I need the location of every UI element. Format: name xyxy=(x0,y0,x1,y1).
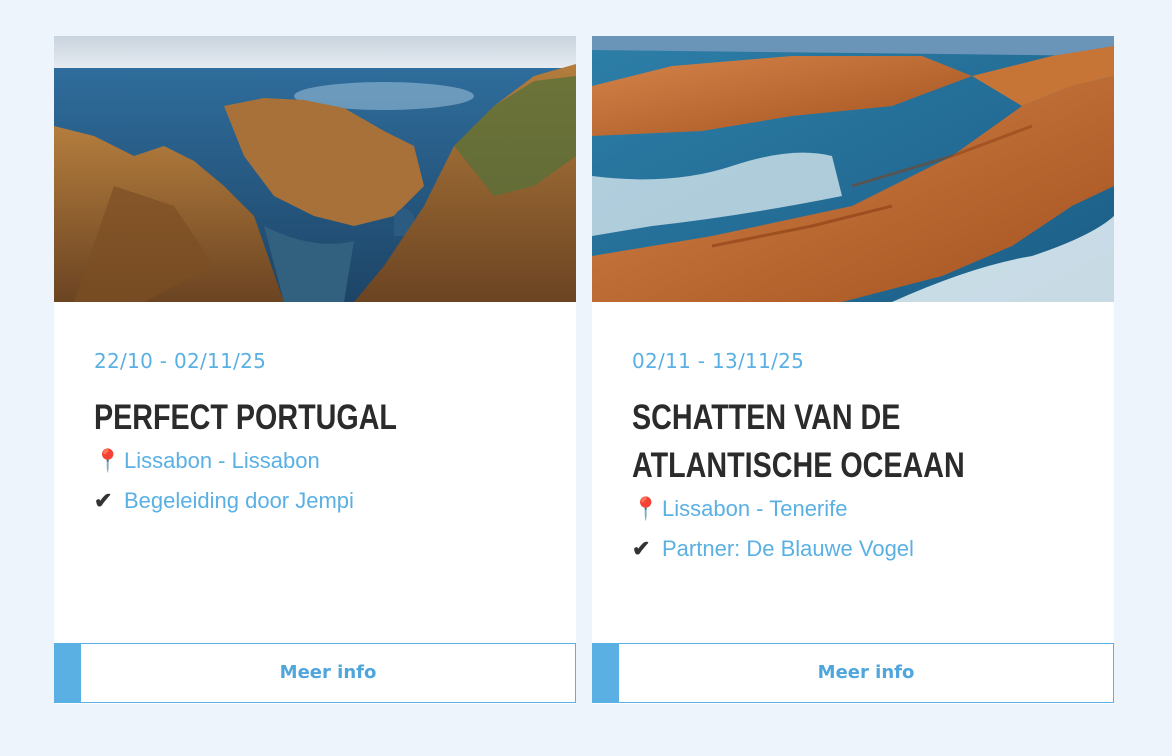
trip-title: PERFECT PORTUGAL xyxy=(94,398,397,437)
trip-photo xyxy=(592,36,1114,302)
trip-guide: ✔ Partner: De Blauwe Vogel xyxy=(632,536,914,562)
meer-info-button[interactable]: Meer info xyxy=(54,642,576,703)
orange-rocks-waves-photo xyxy=(592,36,1114,302)
trip-route: 📍 Lissabon - Lissabon xyxy=(94,448,320,474)
button-accent-bar xyxy=(54,642,81,703)
location-pin-icon: 📍 xyxy=(632,496,660,521)
trip-card: 02/11 - 13/11/25 SCHATTEN VAN DE ATLANTI… xyxy=(592,36,1114,704)
cliffs-arch-sea-photo xyxy=(54,36,576,302)
checkmark-icon: ✔ xyxy=(632,536,651,561)
trip-guide: ✔ Begeleiding door Jempi xyxy=(94,488,354,514)
trip-guide-text: Begeleiding door Jempi xyxy=(124,488,354,513)
meer-info-label: Meer info xyxy=(279,662,377,683)
location-pin-icon: 📍 xyxy=(94,448,122,473)
trip-dates: 02/11 - 13/11/25 xyxy=(632,349,805,373)
trip-route: 📍 Lissabon - Tenerife xyxy=(632,496,848,522)
trip-cards-grid: 22/10 - 02/11/25 PERFECT PORTUGAL 📍 Liss… xyxy=(0,0,1172,756)
trip-route-text: Lissabon - Lissabon xyxy=(124,448,320,473)
trip-photo xyxy=(54,36,576,302)
trip-guide-text: Partner: De Blauwe Vogel xyxy=(662,536,914,561)
checkmark-icon: ✔ xyxy=(94,488,113,513)
meer-info-button[interactable]: Meer info xyxy=(592,642,1114,703)
trip-card: 22/10 - 02/11/25 PERFECT PORTUGAL 📍 Liss… xyxy=(54,36,576,704)
meer-info-label: Meer info xyxy=(817,662,915,683)
trip-title: SCHATTEN VAN DE ATLANTISCHE OCEAAN xyxy=(632,398,965,485)
trip-dates: 22/10 - 02/11/25 xyxy=(94,349,267,373)
trip-route-text: Lissabon - Tenerife xyxy=(662,496,848,521)
button-accent-bar xyxy=(592,642,619,703)
